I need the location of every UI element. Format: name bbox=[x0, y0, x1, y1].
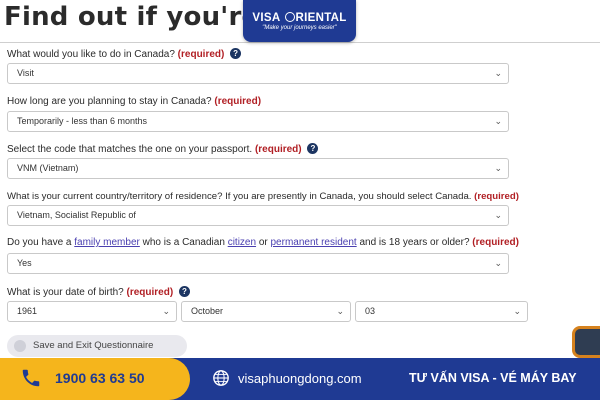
globe-icon bbox=[213, 370, 229, 386]
chevron-down-icon: ⌄ bbox=[336, 306, 344, 316]
required-marker: (required) bbox=[177, 49, 225, 61]
passport-code-select[interactable]: VNM (Vietnam) ⌄ bbox=[7, 158, 509, 179]
website-link[interactable]: visaphuongdong.com bbox=[238, 371, 362, 386]
hotline-panel: 1900 63 63 50 bbox=[0, 358, 190, 400]
chevron-down-icon: ⌄ bbox=[494, 210, 502, 220]
save-and-exit-button[interactable]: Save and Exit Questionnaire bbox=[7, 335, 187, 357]
chevron-down-icon: ⌄ bbox=[494, 163, 502, 173]
required-marker: (required) bbox=[254, 144, 302, 156]
next-button[interactable] bbox=[572, 326, 600, 358]
help-icon[interactable]: ? bbox=[307, 143, 319, 154]
required-marker: (required) bbox=[474, 191, 519, 202]
citizen-link[interactable]: citizen bbox=[228, 237, 256, 248]
purpose-select[interactable]: Visit ⌄ bbox=[7, 63, 509, 84]
logo-globe-icon bbox=[284, 11, 295, 22]
help-icon[interactable]: ? bbox=[230, 48, 242, 59]
required-marker: (required) bbox=[472, 237, 519, 248]
title-divider bbox=[0, 42, 600, 43]
required-marker: (required) bbox=[214, 96, 262, 107]
eligibility-page: Find out if you're eligib VISA RIENTAL "… bbox=[0, 0, 600, 400]
phone-icon bbox=[22, 369, 40, 387]
question-residence-label: What is your current country/territory o… bbox=[7, 191, 519, 202]
question-purpose-label: What would you like to do in Canada? (re… bbox=[7, 48, 242, 61]
required-marker: (required) bbox=[126, 287, 174, 299]
birth-year-select[interactable]: 1961 ⌄ bbox=[7, 301, 177, 322]
duration-select[interactable]: Temporarily - less than 6 months ⌄ bbox=[7, 111, 509, 132]
chevron-down-icon: ⌄ bbox=[162, 306, 170, 316]
question-birth-date-label: What is your date of birth? (required) ? bbox=[7, 286, 190, 299]
visa-oriental-logo: VISA RIENTAL "Make your journeys easier" bbox=[243, 0, 356, 42]
residence-select[interactable]: Vietnam, Socialist Republic of ⌄ bbox=[7, 205, 509, 226]
question-duration-label: How long are you planning to stay in Can… bbox=[7, 96, 262, 107]
chevron-down-icon: ⌄ bbox=[513, 306, 521, 316]
help-icon[interactable]: ? bbox=[178, 286, 190, 297]
chevron-down-icon: ⌄ bbox=[494, 258, 502, 268]
question-passport-code-label: Select the code that matches the one on … bbox=[7, 143, 319, 156]
birth-month-select[interactable]: October ⌄ bbox=[181, 301, 351, 322]
hotline-number[interactable]: 1900 63 63 50 bbox=[55, 370, 145, 386]
chevron-down-icon: ⌄ bbox=[494, 68, 502, 78]
birth-day-select[interactable]: 03 ⌄ bbox=[355, 301, 528, 322]
chevron-down-icon: ⌄ bbox=[494, 116, 502, 126]
contact-footer: 1900 63 63 50 visaphuongdong.com TƯ VẤN … bbox=[0, 358, 600, 400]
logo-tagline: "Make your journeys easier" bbox=[262, 25, 337, 31]
family-member-select[interactable]: Yes ⌄ bbox=[7, 253, 509, 274]
permanent-resident-link[interactable]: permanent resident bbox=[271, 237, 357, 248]
save-icon bbox=[14, 340, 26, 352]
question-family-member-label: Do you have a family member who is a Can… bbox=[7, 237, 519, 248]
family-member-link[interactable]: family member bbox=[74, 237, 140, 248]
logo-wordmark: VISA RIENTAL bbox=[252, 11, 347, 24]
footer-slogan: TƯ VẤN VISA - VÉ MÁY BAY bbox=[409, 371, 577, 385]
